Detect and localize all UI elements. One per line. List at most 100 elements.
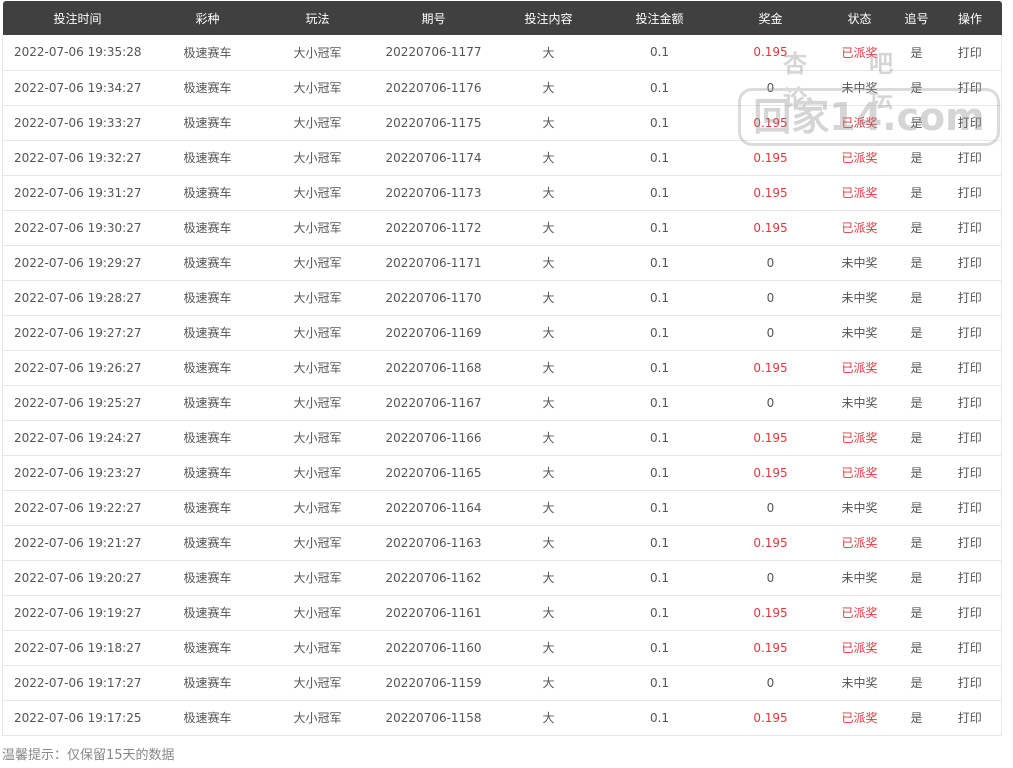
cell-bet-amount: 0.1 [649, 255, 670, 270]
cell-lottery-type: 极速赛车 [183, 641, 232, 655]
column-header-lottery-type: 彩种 [195, 11, 220, 26]
cell-action[interactable]: 打印 [939, 490, 1002, 525]
cell-chase: 是 [910, 571, 923, 585]
cell-play-type: 大小冠军 [293, 361, 342, 375]
cell-prize: 0 [766, 290, 775, 305]
cell-action[interactable]: 打印 [939, 105, 1002, 140]
cell-bet-amount: 0.1 [649, 710, 670, 725]
cell-action[interactable]: 打印 [939, 665, 1002, 700]
cell-prize: 0.195 [753, 640, 788, 655]
cell-action[interactable]: 打印 [939, 140, 1002, 175]
cell-action[interactable]: 打印 [939, 70, 1002, 105]
cell-issue-number: 20220706-1168 [385, 360, 482, 375]
cell-action[interactable]: 打印 [939, 350, 1002, 385]
column-header-bet-time: 投注时间 [53, 11, 102, 26]
cell-play-type: 大小冠军 [293, 676, 342, 690]
cell-bet-content: 大 [542, 81, 555, 95]
cell-bet-time: 2022-07-06 19:25:27 [14, 395, 142, 410]
table-row: 2022-07-06 19:26:27 极速赛车 大小冠军 20220706-1168… [2, 350, 1002, 385]
cell-action[interactable]: 打印 [939, 385, 1002, 420]
cell-play-type: 大小冠军 [293, 641, 342, 655]
cell-bet-time: 2022-07-06 19:21:27 [14, 535, 142, 550]
cell-issue-number: 20220706-1173 [385, 185, 482, 200]
cell-chase: 是 [910, 606, 923, 620]
cell-lottery-type: 极速赛车 [183, 571, 232, 585]
cell-action[interactable]: 打印 [939, 700, 1002, 735]
cell-play-type: 大小冠军 [293, 256, 342, 270]
table-row: 2022-07-06 19:27:27 极速赛车 大小冠军 20220706-1169… [2, 315, 1002, 350]
cell-chase: 是 [910, 711, 923, 725]
cell-play-type: 大小冠军 [293, 571, 342, 585]
cell-bet-amount: 0.1 [649, 325, 670, 340]
cell-status: 已派奖 [841, 711, 878, 725]
cell-prize: 0 [766, 500, 775, 515]
column-header-issue-number: 期号 [421, 11, 446, 26]
cell-chase: 是 [910, 221, 923, 235]
cell-action[interactable]: 打印 [939, 525, 1002, 560]
cell-status: 已派奖 [841, 186, 878, 200]
cell-bet-time: 2022-07-06 19:22:27 [14, 500, 142, 515]
cell-lottery-type: 极速赛车 [183, 221, 232, 235]
cell-bet-time: 2022-07-06 19:17:27 [14, 675, 142, 690]
cell-play-type: 大小冠军 [293, 536, 342, 550]
cell-bet-amount: 0.1 [649, 535, 670, 550]
cell-prize: 0.195 [753, 710, 788, 725]
cell-action[interactable]: 打印 [939, 280, 1002, 315]
cell-action[interactable]: 打印 [939, 420, 1002, 455]
table-row: 2022-07-06 19:18:27 极速赛车 大小冠军 20220706-1160… [2, 630, 1002, 665]
cell-action[interactable]: 打印 [939, 315, 1002, 350]
cell-prize: 0 [766, 255, 775, 270]
cell-lottery-type: 极速赛车 [183, 45, 232, 60]
cell-bet-time: 2022-07-06 19:28:27 [14, 290, 142, 305]
cell-bet-time: 2022-07-06 19:26:27 [14, 360, 142, 375]
cell-bet-time: 2022-07-06 19:24:27 [14, 430, 142, 445]
cell-status: 已派奖 [841, 641, 878, 655]
cell-prize: 0.195 [753, 535, 788, 550]
cell-chase: 是 [910, 361, 923, 375]
cell-status: 未中奖 [841, 676, 878, 690]
table-row: 2022-07-06 19:24:27 极速赛车 大小冠军 20220706-1166… [2, 420, 1002, 455]
cell-bet-content: 大 [542, 396, 555, 410]
cell-lottery-type: 极速赛车 [183, 431, 232, 445]
cell-action[interactable]: 打印 [939, 245, 1002, 280]
cell-action[interactable]: 打印 [939, 630, 1002, 665]
cell-prize: 0.195 [753, 185, 788, 200]
cell-status: 未中奖 [841, 81, 878, 95]
cell-action[interactable]: 打印 [939, 595, 1002, 630]
cell-bet-content: 大 [542, 641, 555, 655]
cell-bet-time: 2022-07-06 19:34:27 [14, 80, 142, 95]
cell-status: 已派奖 [841, 221, 878, 235]
cell-bet-content: 大 [542, 221, 555, 235]
cell-chase: 是 [910, 676, 923, 690]
cell-lottery-type: 极速赛车 [183, 81, 232, 95]
cell-prize: 0.195 [753, 605, 788, 620]
table-row: 2022-07-06 19:28:27 极速赛车 大小冠军 20220706-1170… [2, 280, 1002, 315]
cell-action[interactable]: 打印 [939, 210, 1002, 245]
cell-action[interactable]: 打印 [939, 455, 1002, 490]
column-header-status: 状态 [847, 11, 872, 26]
cell-bet-amount: 0.1 [649, 500, 670, 515]
cell-play-type: 大小冠军 [293, 221, 342, 235]
cell-action[interactable]: 打印 [939, 175, 1002, 210]
cell-lottery-type: 极速赛车 [183, 116, 232, 130]
table-row: 2022-07-06 19:31:27 极速赛车 大小冠军 20220706-1173… [2, 175, 1002, 210]
cell-action[interactable]: 打印 [939, 560, 1002, 595]
cell-issue-number: 20220706-1166 [385, 430, 482, 445]
cell-bet-amount: 0.1 [649, 675, 670, 690]
table-header: 投注时间 彩种 玩法 期号 投注内容 投注金额 奖金 状态 追号 操作 [2, 1, 1002, 35]
cell-bet-time: 2022-07-06 19:17:25 [14, 710, 142, 725]
cell-issue-number: 20220706-1172 [385, 220, 482, 235]
cell-status: 已派奖 [841, 361, 878, 375]
cell-bet-time: 2022-07-06 19:32:27 [14, 150, 142, 165]
cell-status: 已派奖 [841, 45, 878, 60]
table-row: 2022-07-06 19:29:27 极速赛车 大小冠军 20220706-1171… [2, 245, 1002, 280]
cell-lottery-type: 极速赛车 [183, 676, 232, 690]
cell-play-type: 大小冠军 [293, 431, 342, 445]
cell-action[interactable]: 打印 [939, 35, 1002, 70]
cell-bet-time: 2022-07-06 19:31:27 [14, 185, 142, 200]
cell-chase: 是 [910, 501, 923, 515]
cell-issue-number: 20220706-1165 [385, 465, 482, 480]
cell-play-type: 大小冠军 [293, 151, 342, 165]
column-header-play-type: 玩法 [305, 11, 330, 26]
column-header-action: 操作 [957, 11, 982, 26]
